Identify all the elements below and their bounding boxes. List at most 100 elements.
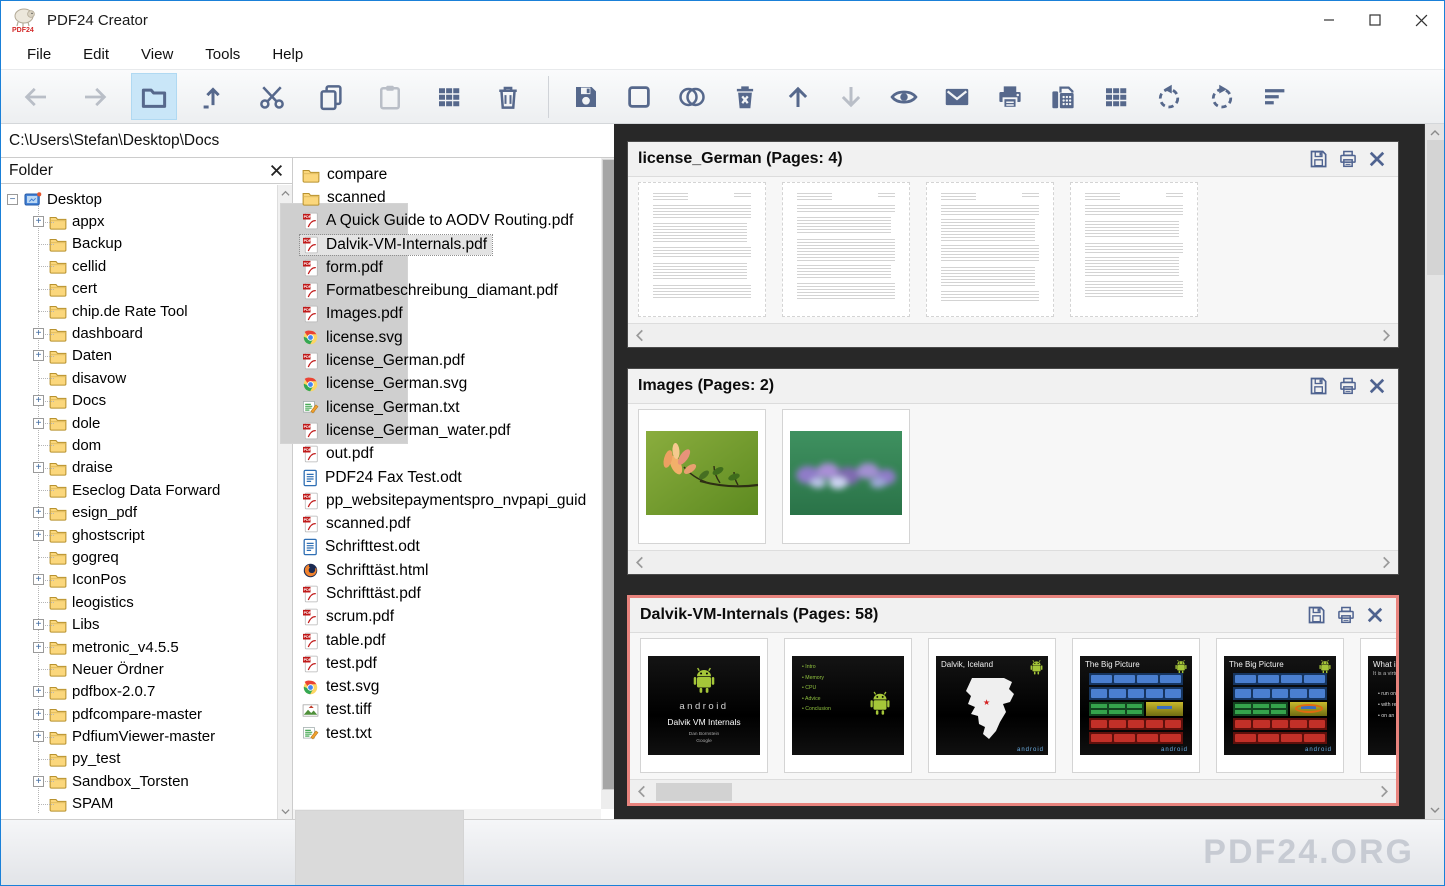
toolbar-copy-button[interactable] — [308, 73, 354, 120]
tree-item-appx[interactable]: +appx — [1, 210, 277, 232]
expand-toggle-expand-icon[interactable]: + — [33, 530, 44, 541]
file-item-scrum-pdf[interactable]: PDFscrum.pdf — [300, 606, 601, 629]
page-thumbnail-2[interactable] — [782, 182, 910, 317]
page-thumbnail-2[interactable] — [782, 409, 910, 544]
toolbar-cut-button[interactable] — [249, 73, 295, 120]
page-thumbnail-3[interactable] — [926, 182, 1054, 317]
document-save-button[interactable] — [1308, 148, 1330, 170]
expand-toggle-expand-icon[interactable]: + — [33, 418, 44, 429]
file-item-schrifttest-odt[interactable]: Schrifttest.odt — [300, 536, 601, 559]
tree-item-neuer-rdner[interactable]: Neuer Ördner — [1, 658, 277, 680]
tree-item-daten[interactable]: +Daten — [1, 345, 277, 367]
tree-item-iconpos[interactable]: +IconPos — [1, 569, 277, 591]
file-item-schriftt-st-pdf[interactable]: PDFSchrifttäst.pdf — [300, 582, 601, 605]
minimize-button[interactable] — [1306, 1, 1352, 39]
expand-toggle-expand-icon[interactable]: + — [33, 507, 44, 518]
file-item-test-svg[interactable]: test.svg — [300, 676, 601, 699]
scroll-left-icon[interactable] — [637, 785, 646, 798]
file-item-schriftt-st-html[interactable]: Schrifttäst.html — [300, 559, 601, 582]
page-thumbnail-5[interactable]: The Big Pictureandroid — [1216, 638, 1344, 773]
document-group-images[interactable]: Images (Pages: 2) — [627, 368, 1399, 575]
scroll-down-icon[interactable] — [278, 804, 292, 818]
tree-item-spam[interactable]: SPAM — [1, 793, 277, 815]
toolbar-move-up-button[interactable] — [777, 73, 819, 120]
file-item-pp-websitepaymentspro-nvpapi-guid[interactable]: PDFpp_websitepaymentspro_nvpapi_guid — [300, 489, 601, 512]
menu-view[interactable]: View — [125, 46, 189, 63]
page-thumbnail-4[interactable] — [1070, 182, 1198, 317]
document-close-button[interactable] — [1366, 148, 1388, 170]
file-list-hscroll-thumb[interactable] — [295, 810, 464, 886]
scroll-right-icon[interactable] — [1382, 329, 1391, 342]
tree-item-esign-pdf[interactable]: +esign_pdf — [1, 501, 277, 523]
expand-toggle-expand-icon[interactable]: + — [33, 395, 44, 406]
toolbar-rotate-left-button[interactable] — [1148, 73, 1190, 120]
toolbar-tile-pages-button[interactable] — [426, 73, 472, 120]
expand-toggle-expand-icon[interactable]: + — [33, 686, 44, 697]
document-group-dalvik-vm-internals[interactable]: Dalvik-VM-Internals (Pages: 58)androidDa… — [627, 595, 1399, 806]
scroll-left-icon[interactable] — [635, 329, 644, 342]
file-item-out-pdf[interactable]: PDFout.pdf — [300, 443, 601, 466]
expand-toggle-expand-icon[interactable]: + — [33, 731, 44, 742]
toolbar-preview-eye-button[interactable] — [883, 73, 925, 120]
page-thumbnail-1[interactable] — [638, 409, 766, 544]
file-item-compare[interactable]: compare — [300, 163, 601, 186]
tree-item-chip-de-rate-tool[interactable]: chip.de Rate Tool — [1, 300, 277, 322]
document-print-button[interactable] — [1337, 148, 1359, 170]
toolbar-print-button[interactable] — [989, 73, 1031, 120]
tree-item-cert[interactable]: cert — [1, 278, 277, 300]
tree-item-libs[interactable]: +Libs — [1, 613, 277, 635]
file-item-table-pdf[interactable]: PDFtable.pdf — [300, 629, 601, 652]
toolbar-tile-all-button[interactable] — [1095, 73, 1137, 120]
thumbnails-scrollbar[interactable] — [628, 550, 1398, 574]
toolbar-import-upload-button[interactable] — [190, 73, 236, 120]
file-item-test-pdf[interactable]: PDFtest.pdf — [300, 652, 601, 675]
page-thumbnail-6[interactable]: What is thIt is a virtual mrun on a slow… — [1360, 638, 1396, 773]
page-thumbnail-3[interactable]: Dalvik, Iceland★android — [928, 638, 1056, 773]
file-item-a-quick-guide-to-aodv-routing-pdf[interactable]: PDFA Quick Guide to AODV Routing.pdf — [300, 210, 601, 233]
menu-file[interactable]: File — [11, 46, 67, 63]
page-thumbnail-1[interactable] — [638, 182, 766, 317]
toolbar-rotate-right-button[interactable] — [1201, 73, 1243, 120]
toolbar-fax-button[interactable] — [1042, 73, 1084, 120]
expand-toggle-expand-icon[interactable]: + — [33, 642, 44, 653]
expand-toggle-expand-icon[interactable]: + — [33, 328, 44, 339]
file-item-test-tiff[interactable]: test.tiff — [300, 699, 601, 722]
file-item-form-pdf[interactable]: PDFform.pdf — [300, 256, 601, 279]
scroll-right-icon[interactable] — [1382, 556, 1391, 569]
expand-toggle-expand-icon[interactable]: + — [33, 462, 44, 473]
file-item-license-german-svg[interactable]: license_German.svg — [300, 373, 601, 396]
tree-item-ghostscript[interactable]: +ghostscript — [1, 524, 277, 546]
file-item-scanned-pdf[interactable]: PDFscanned.pdf — [300, 512, 601, 535]
tree-item-partial[interactable] — [1, 815, 277, 819]
file-item-license-german-pdf[interactable]: PDFlicense_German.pdf — [300, 349, 601, 372]
file-item-pdf24-fax-test-odt[interactable]: PDF24 Fax Test.odt — [300, 466, 601, 489]
document-close-button[interactable] — [1366, 375, 1388, 397]
menu-tools[interactable]: Tools — [189, 46, 256, 63]
file-item-scanned[interactable]: scanned — [300, 186, 601, 209]
expand-toggle-expand-icon[interactable]: + — [33, 709, 44, 720]
tree-item-py-test[interactable]: py_test — [1, 748, 277, 770]
expand-toggle-expand-icon[interactable]: + — [33, 574, 44, 585]
document-save-button[interactable] — [1306, 604, 1328, 626]
tree-item-metronic-v4-5-5[interactable]: +metronic_v4.5.5 — [1, 636, 277, 658]
menu-help[interactable]: Help — [256, 46, 319, 63]
menu-edit[interactable]: Edit — [67, 46, 125, 63]
document-print-button[interactable] — [1337, 375, 1359, 397]
tree-item-pdfiumviewer-master[interactable]: +PdfiumViewer-master — [1, 725, 277, 747]
expand-toggle-expand-icon[interactable]: + — [33, 216, 44, 227]
scroll-left-icon[interactable] — [635, 556, 644, 569]
tree-item-cellid[interactable]: cellid — [1, 255, 277, 277]
toolbar-delete-all-button[interactable] — [724, 73, 766, 120]
tree-item-disavow[interactable]: disavow — [1, 367, 277, 389]
toolbar-sort-lines-button[interactable] — [1254, 73, 1296, 120]
page-thumbnail-1[interactable]: androidDalvik VM InternalsDan BornsteinG… — [640, 638, 768, 773]
file-item-license-svg[interactable]: license.svg — [300, 326, 601, 349]
scroll-up-icon[interactable] — [1425, 126, 1444, 140]
expand-toggle-expand-icon[interactable]: + — [33, 776, 44, 787]
tree-item-dom[interactable]: dom — [1, 434, 277, 456]
toolbar-join-documents-button[interactable] — [671, 73, 713, 120]
tree-item-desktop[interactable]: −Desktop — [1, 188, 277, 210]
tree-item-backup[interactable]: Backup — [1, 233, 277, 255]
scroll-right-icon[interactable] — [1380, 785, 1389, 798]
document-print-button[interactable] — [1335, 604, 1357, 626]
